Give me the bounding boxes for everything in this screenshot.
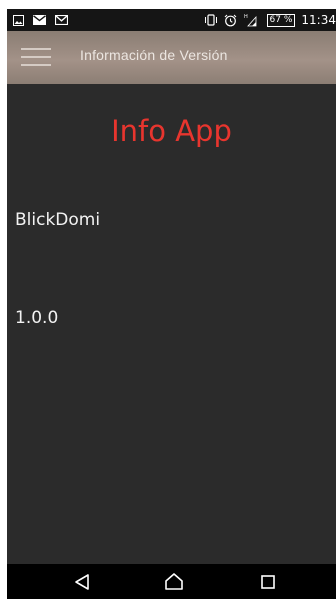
notification-icons: [13, 13, 68, 27]
app-name: BlickDomi: [15, 210, 101, 230]
page-title: Información de Versión: [80, 47, 228, 63]
signal-icon: H: [243, 13, 257, 27]
back-icon[interactable]: [73, 572, 93, 592]
recent-apps-icon[interactable]: [258, 572, 278, 592]
alarm-icon: [224, 14, 237, 27]
gmail-icon: [55, 15, 68, 25]
app-version: 1.0.0: [15, 308, 59, 328]
home-icon[interactable]: [164, 572, 184, 592]
info-heading: Info App: [111, 114, 232, 148]
mail-icon: [33, 15, 46, 25]
phone-screen: H 67 % 11:34 Información de Versión Info…: [7, 9, 336, 599]
battery-icon: 67 %: [266, 13, 296, 27]
hamburger-menu-icon[interactable]: [21, 45, 51, 69]
navigation-bar: [7, 564, 336, 599]
image-icon: [13, 14, 24, 26]
app-bar: Información de Versión: [7, 31, 336, 84]
status-bar: H 67 % 11:34: [7, 9, 336, 31]
clock: 11:34: [301, 13, 336, 27]
svg-text:H: H: [244, 14, 248, 20]
vibrate-icon: [204, 14, 218, 26]
system-icons: H 67 % 11:34: [204, 12, 336, 28]
